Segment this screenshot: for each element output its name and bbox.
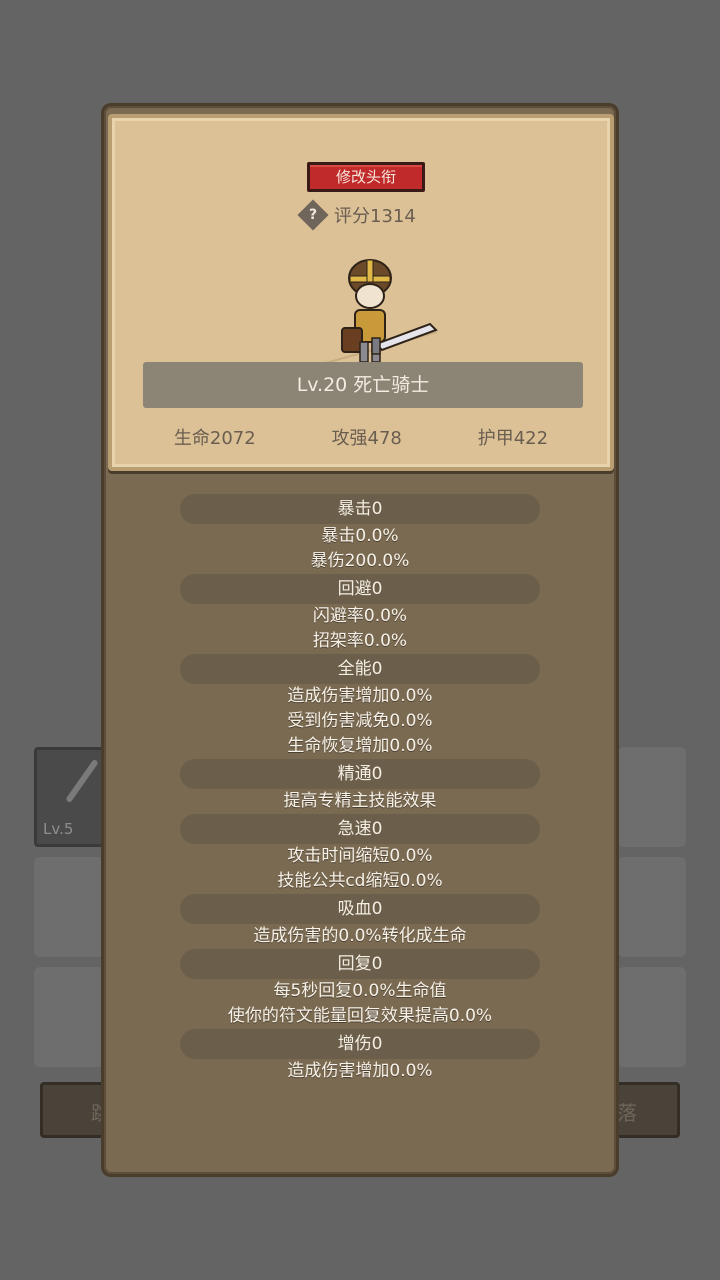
attribute-list: 暴击0 暴击0.0% 暴伤200.0% 回避0 闪避率0.0% 招架率0.0% … <box>104 494 616 1084</box>
score-row: ? 评分1314 <box>297 199 416 231</box>
inventory-slot[interactable] <box>34 857 104 957</box>
attribute-header-lifesteal: 吸血0 <box>180 894 540 924</box>
attribute-line: 造成伤害增加0.0% <box>287 1061 433 1081</box>
attribute-header-haste: 急速0 <box>180 814 540 844</box>
score-value: 评分1314 <box>334 206 416 227</box>
rename-title-button[interactable]: 修改头衔 <box>307 162 425 192</box>
character-card: 修改头衔 ? 评分1314 Lv.20 死亡骑士 生命2072 攻强478 护甲… <box>108 114 614 471</box>
attribute-header-damage-boost: 增伤0 <box>180 1029 540 1059</box>
character-name-bar: Lv.20 死亡骑士 <box>143 362 583 408</box>
attribute-line: 造成伤害的0.0%转化成生命 <box>253 926 467 946</box>
hp-stat: 生命2072 <box>173 428 256 449</box>
attribute-line: 招架率0.0% <box>312 631 408 651</box>
attribute-line: 每5秒回复0.0%生命值 <box>273 981 447 1001</box>
armor-stat: 护甲422 <box>477 428 549 449</box>
help-icon[interactable]: ? <box>297 199 329 231</box>
attribute-line: 受到伤害减免0.0% <box>287 711 433 731</box>
inventory-item-slot[interactable]: Lv.5 <box>34 747 104 847</box>
attribute-header-crit: 暴击0 <box>180 494 540 524</box>
attribute-line: 提高专精主技能效果 <box>283 791 437 811</box>
attribute-line: 闪避率0.0% <box>312 606 408 626</box>
character-stats-panel: 修改头衔 ? 评分1314 Lv.20 死亡骑士 生命2072 攻强478 护甲… <box>101 103 619 1177</box>
attribute-line: 使你的符文能量回复效果提高0.0% <box>227 1006 493 1026</box>
attribute-line: 造成伤害增加0.0% <box>287 686 433 706</box>
attribute-line: 生命恢复增加0.0% <box>287 736 433 756</box>
attribute-line: 暴伤200.0% <box>310 551 410 571</box>
attribute-line: 攻击时间缩短0.0% <box>287 846 433 866</box>
inventory-slot[interactable] <box>618 967 686 1067</box>
bone-weapon-icon <box>65 758 99 804</box>
base-stats-row: 生命2072 攻强478 护甲422 <box>112 424 610 450</box>
attribute-header-dodge: 回避0 <box>180 574 540 604</box>
item-level: Lv.5 <box>43 820 74 838</box>
attribute-line: 技能公共cd缩短0.0% <box>277 871 443 891</box>
attribute-header-mastery: 精通0 <box>180 759 540 789</box>
attribute-header-regen: 回复0 <box>180 949 540 979</box>
inventory-slot[interactable] <box>34 967 104 1067</box>
attribute-line: 暴击0.0% <box>321 526 399 546</box>
inventory-slot[interactable] <box>618 857 686 957</box>
inventory-slot[interactable] <box>618 747 686 847</box>
knight-character-sprite <box>321 259 438 365</box>
attribute-header-versatility: 全能0 <box>180 654 540 684</box>
attack-stat: 攻强478 <box>331 428 402 449</box>
